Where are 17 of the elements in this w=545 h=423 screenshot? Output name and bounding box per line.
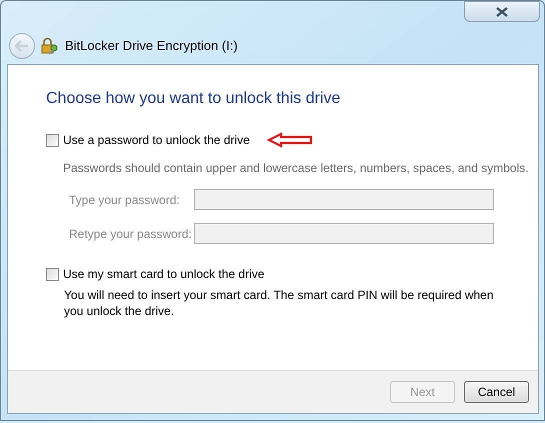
hint-text: Passwords should contain upper and lowercase letters, numbers, spaces, and symbols. <box>63 160 530 177</box>
window-title: BitLocker Drive Encryption (I:) <box>65 37 238 56</box>
close-icon <box>496 6 508 16</box>
checkbox-label[interactable]: Use my smart card to unlock the drive <box>63 265 264 283</box>
field-label: Type your password: <box>69 192 181 208</box>
annotation-arrow-icon <box>266 132 313 148</box>
close-button[interactable] <box>464 1 540 22</box>
back-arrow-icon <box>15 40 29 52</box>
dialog-button[interactable]: Cancel <box>464 381 529 403</box>
description-text: You will need to insert your smart card. The smart card PIN will be required when you unlock the drive. <box>64 287 495 319</box>
field-label: Retype your password: <box>69 226 193 242</box>
page-heading: Choose how you want to unlock this drive <box>46 89 342 109</box>
checkbox[interactable] <box>46 268 59 280</box>
checkbox-label[interactable]: Use a password to unlock the drive <box>63 131 250 149</box>
lock-key-icon <box>41 37 59 55</box>
checkbox[interactable] <box>46 134 59 146</box>
back-button[interactable] <box>9 33 35 59</box>
